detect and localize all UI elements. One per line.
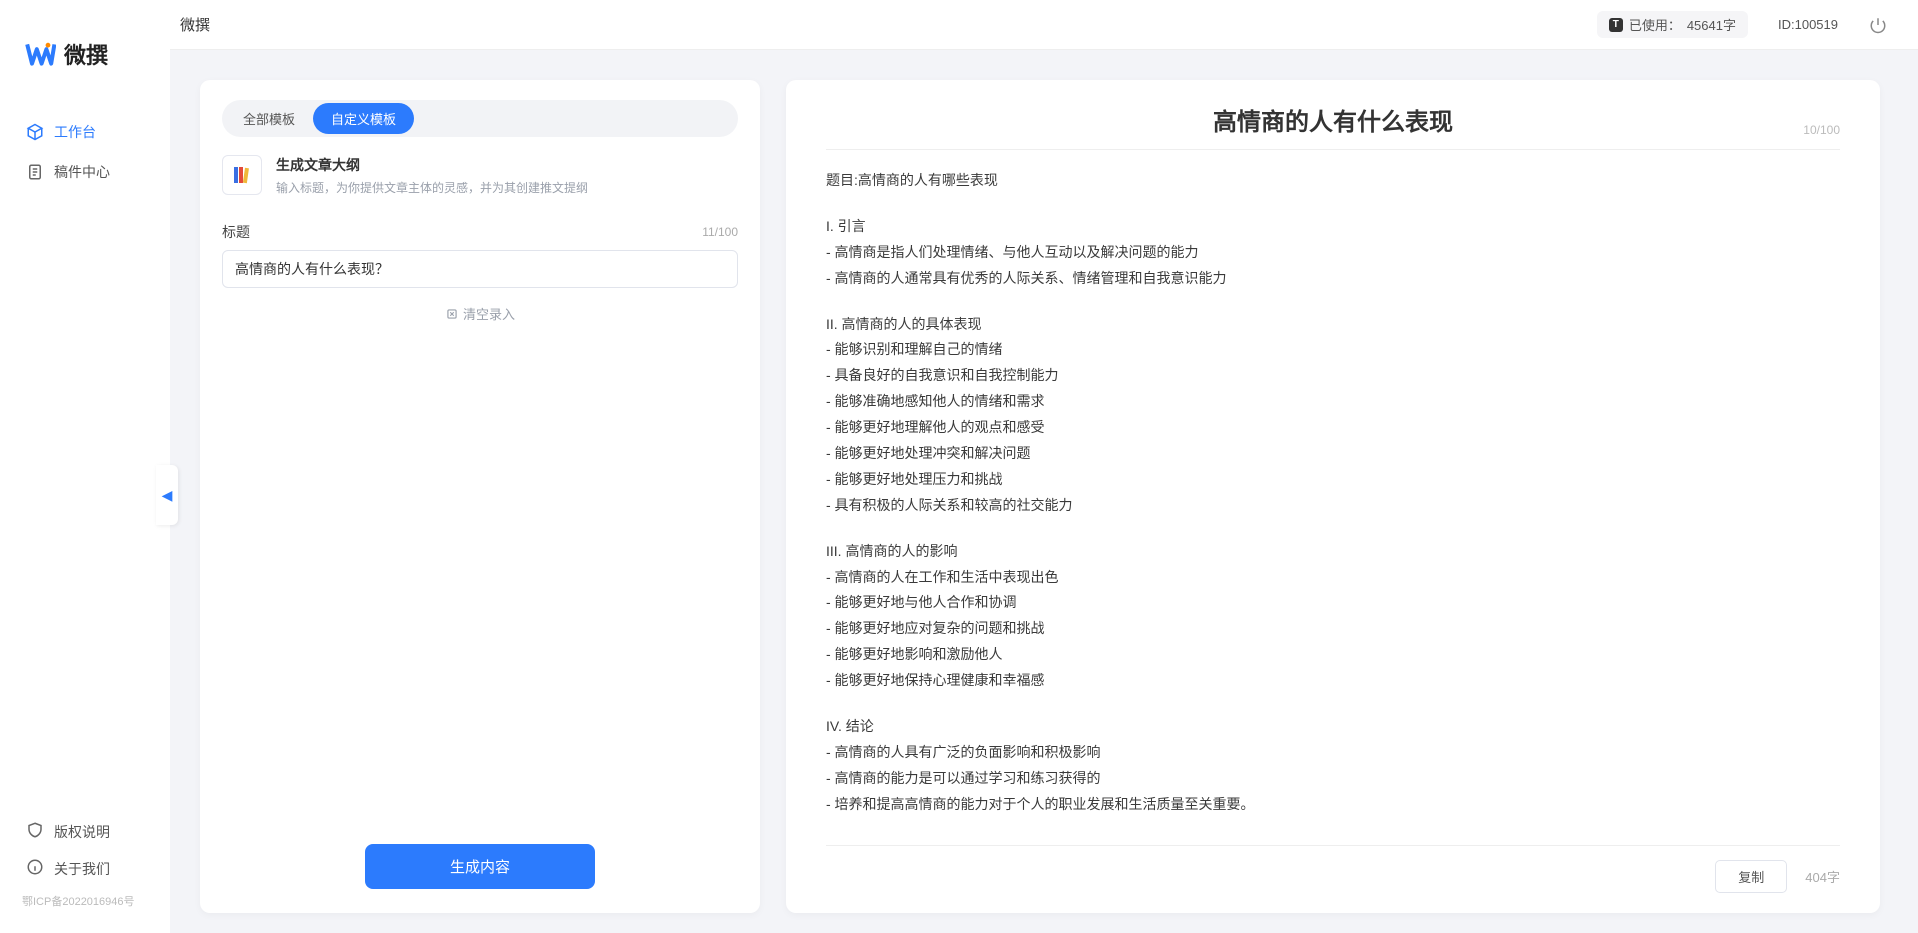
logo[interactable]: 微撰 (0, 20, 170, 92)
footer-label: 版权说明 (54, 822, 110, 842)
user-id: ID:100519 (1778, 17, 1838, 32)
books-icon (222, 155, 262, 195)
template-card[interactable]: 生成文章大纲 输入标题，为你提供文章主体的灵感，并为其创建推文提纲 (222, 155, 738, 196)
sidebar-item-drafts[interactable]: 稿件中心 (0, 152, 170, 192)
usage-value: 45641字 (1687, 15, 1736, 34)
topbar: 微撰 T 已使用： 45641字 ID:100519 (0, 0, 1918, 50)
output-word-count: 404字 (1805, 867, 1840, 886)
t-icon: T (1609, 18, 1623, 32)
logo-mark-icon (24, 38, 56, 70)
doc-section: II. 高情商的人的具体表现- 能够识别和理解自己的情绪- 具备良好的自我意识和… (826, 312, 1840, 519)
doc-heading: 题目:高情商的人有哪些表现 (826, 168, 1840, 194)
section-line: - 能够更好地处理冲突和解决问题 (826, 441, 1840, 467)
topbar-right: T 已使用： 45641字 ID:100519 (1597, 11, 1888, 38)
sidebar: 微撰 工作台 稿件中心 版权说明 关于我们 鄂ICP (0, 0, 170, 933)
section-line: - 能够更好地保持心理健康和幸福感 (826, 668, 1840, 694)
footer-copyright[interactable]: 版权说明 (0, 813, 170, 850)
generate-button[interactable]: 生成内容 (365, 844, 595, 889)
output-footer: 复制 404字 (826, 845, 1840, 893)
title-char-count: 10/100 (1803, 123, 1840, 137)
section-line: - 能够更好地与他人合作和协调 (826, 590, 1840, 616)
usage-badge[interactable]: T 已使用： 45641字 (1597, 11, 1748, 38)
footer-label: 关于我们 (54, 859, 110, 879)
section-line: - 具备良好的自我意识和自我控制能力 (826, 363, 1840, 389)
doc-title[interactable]: 高情商的人有什么表现 (826, 102, 1840, 137)
section-line: - 高情商是指人们处理情绪、与他人互动以及解决问题的能力 (826, 240, 1840, 266)
clear-input-button[interactable]: 清空录入 (222, 304, 738, 323)
template-title: 生成文章大纲 (276, 155, 588, 175)
doc-body[interactable]: 题目:高情商的人有哪些表现 I. 引言- 高情商是指人们处理情绪、与他人互动以及解… (826, 168, 1840, 835)
section-line: - 高情商的人通常具有优秀的人际关系、情绪管理和自我意识能力 (826, 266, 1840, 292)
section-title: III. 高情商的人的影响 (826, 539, 1840, 565)
tab-custom[interactable]: 自定义模板 (313, 103, 414, 134)
section-line: - 高情商的人具有广泛的负面影响和积极影响 (826, 740, 1840, 766)
app-title: 微撰 (180, 14, 210, 35)
info-icon (26, 858, 44, 879)
cube-icon (26, 123, 44, 141)
section-title: II. 高情商的人的具体表现 (826, 312, 1840, 338)
doc-section: III. 高情商的人的影响- 高情商的人在工作和生活中表现出色- 能够更好地与他… (826, 539, 1840, 694)
section-line: - 高情商的能力是可以通过学习和练习获得的 (826, 766, 1840, 792)
shield-icon (26, 821, 44, 842)
power-icon[interactable] (1868, 15, 1888, 35)
section-line: - 能够更好地处理压力和挑战 (826, 467, 1840, 493)
left-panel: 全部模板 自定义模板 生成文章大纲 输入标题，为你提供文章主体的灵感，并为其创建… (200, 80, 760, 913)
section-line: - 能够更好地应对复杂的问题和挑战 (826, 616, 1840, 642)
field-label-row: 标题 11/100 (222, 222, 738, 242)
section-line: - 能够更好地影响和激励他人 (826, 642, 1840, 668)
section-line: - 高情商的人在工作和生活中表现出色 (826, 565, 1840, 591)
doc-section: I. 引言- 高情商是指人们处理情绪、与他人互动以及解决问题的能力- 高情商的人… (826, 214, 1840, 292)
sidebar-item-workbench[interactable]: 工作台 (0, 112, 170, 152)
sidebar-item-label: 工作台 (54, 122, 96, 142)
right-panel: 高情商的人有什么表现 10/100 题目:高情商的人有哪些表现I. 引言- 高情… (786, 80, 1880, 913)
field-label: 标题 (222, 222, 250, 242)
doc-title-row: 高情商的人有什么表现 10/100 (826, 102, 1840, 150)
template-desc: 输入标题，为你提供文章主体的灵感，并为其创建推文提纲 (276, 179, 588, 196)
footer-about[interactable]: 关于我们 (0, 850, 170, 887)
section-line: - 培养和提高高情商的能力对于个人的职业发展和生活质量至关重要。 (826, 792, 1840, 818)
sidebar-item-label: 稿件中心 (54, 162, 110, 182)
section-line: - 能够更好地理解他人的观点和感受 (826, 415, 1840, 441)
doc-section: IV. 结论- 高情商的人具有广泛的负面影响和积极影响- 高情商的能力是可以通过… (826, 714, 1840, 818)
brand-name: 微撰 (64, 38, 108, 70)
section-title: I. 引言 (826, 214, 1840, 240)
icp-text: 鄂ICP备2022016946号 (0, 887, 170, 923)
section-line: - 能够准确地感知他人的情绪和需求 (826, 389, 1840, 415)
main: 全部模板 自定义模板 生成文章大纲 输入标题，为你提供文章主体的灵感，并为其创建… (170, 50, 1918, 933)
sidebar-footer: 版权说明 关于我们 鄂ICP备2022016946号 (0, 803, 170, 933)
field-char-count: 11/100 (702, 225, 738, 239)
sidebar-nav: 工作台 稿件中心 (0, 92, 170, 212)
document-icon (26, 163, 44, 181)
copy-button[interactable]: 复制 (1715, 860, 1787, 893)
tab-all[interactable]: 全部模板 (225, 103, 313, 134)
section-title: IV. 结论 (826, 714, 1840, 740)
usage-prefix: 已使用： (1629, 15, 1681, 34)
section-line: - 具有积极的人际关系和较高的社交能力 (826, 493, 1840, 519)
template-tabs: 全部模板 自定义模板 (222, 100, 738, 137)
section-line: - 能够识别和理解自己的情绪 (826, 337, 1840, 363)
eraser-icon (445, 307, 459, 321)
title-input[interactable] (222, 250, 738, 288)
